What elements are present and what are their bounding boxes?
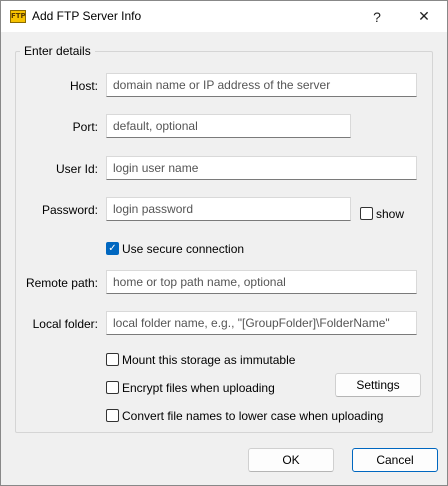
title-bar[interactable]: FTP Add FTP Server Info ? ✕: [1, 1, 447, 32]
remote-path-input[interactable]: home or top path name, optional: [106, 270, 417, 294]
password-input[interactable]: login password: [106, 197, 351, 221]
cancel-button[interactable]: Cancel: [352, 448, 438, 472]
secure-connection-checkbox[interactable]: ✓: [106, 242, 119, 255]
show-password-checkbox[interactable]: [360, 207, 373, 220]
immutable-label[interactable]: Mount this storage as immutable: [122, 353, 295, 367]
lowercase-label[interactable]: Convert file names to lower case when up…: [122, 409, 383, 423]
close-button[interactable]: ✕: [401, 1, 447, 32]
host-label: Host:: [69, 79, 98, 93]
dialog-title: Add FTP Server Info: [32, 9, 142, 23]
help-button[interactable]: ?: [354, 1, 400, 32]
groupbox-legend: Enter details: [20, 44, 95, 58]
user-id-label: User Id:: [55, 162, 98, 176]
show-password-label[interactable]: show: [376, 207, 404, 221]
lowercase-checkbox[interactable]: [106, 409, 119, 422]
question-mark-icon: ?: [373, 8, 381, 25]
user-id-input[interactable]: login user name: [106, 156, 417, 180]
remote-path-label: Remote path:: [25, 276, 98, 290]
port-input[interactable]: default, optional: [106, 114, 351, 138]
encrypt-label[interactable]: Encrypt files when uploading: [122, 381, 275, 395]
ok-button[interactable]: OK: [248, 448, 334, 472]
secure-connection-label[interactable]: Use secure connection: [122, 242, 244, 256]
port-label: Port:: [72, 120, 98, 134]
settings-button[interactable]: Settings: [335, 373, 421, 397]
close-icon: ✕: [418, 8, 430, 24]
local-folder-label: Local folder:: [32, 317, 98, 331]
encrypt-checkbox[interactable]: [106, 381, 119, 394]
password-label: Password:: [41, 203, 98, 217]
immutable-checkbox[interactable]: [106, 353, 119, 366]
local-folder-input[interactable]: local folder name, e.g., "[GroupFolder]\…: [106, 311, 417, 335]
ftp-app-icon: FTP: [10, 10, 26, 23]
checkmark-icon: ✓: [108, 243, 117, 254]
host-input[interactable]: domain name or IP address of the server: [106, 73, 417, 97]
